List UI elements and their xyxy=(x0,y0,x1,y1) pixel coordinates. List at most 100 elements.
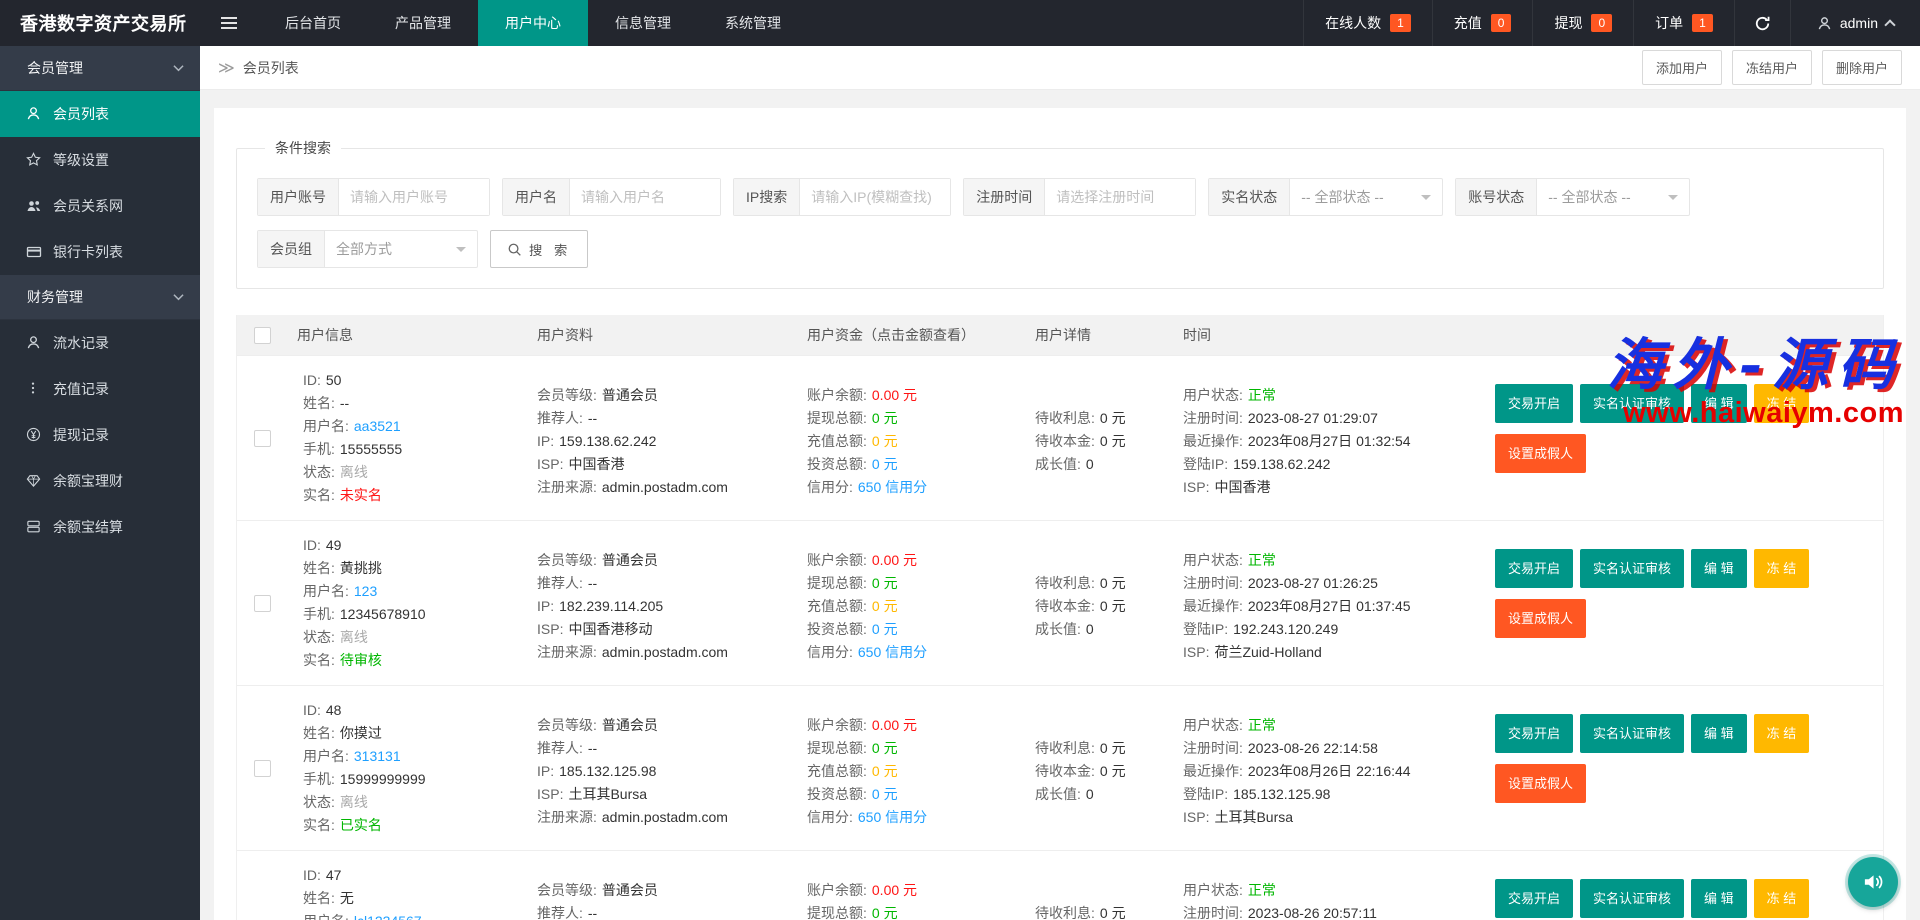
field-value: 无 xyxy=(340,890,354,906)
search-select[interactable]: -- 全部状态 -- xyxy=(1537,179,1689,215)
field-label: 登陆IP: xyxy=(1183,456,1228,472)
menu-toggle-icon[interactable] xyxy=(200,0,258,46)
nav-stat[interactable]: 提现0 xyxy=(1532,0,1633,46)
nav-stat[interactable]: 订单1 xyxy=(1633,0,1734,46)
field-value[interactable]: 650 信用分 xyxy=(858,644,927,660)
field-value[interactable]: 0 元 xyxy=(872,433,898,449)
action-edit[interactable]: 编 辑 xyxy=(1691,384,1747,423)
sidebar-item[interactable]: 会员列表 xyxy=(0,91,200,137)
action-realname-audit[interactable]: 实名认证审核 xyxy=(1580,714,1684,753)
field-value[interactable]: aa3521 xyxy=(354,418,401,434)
action-set-fake[interactable]: 设置成假人 xyxy=(1495,434,1586,473)
nav-tab[interactable]: 产品管理 xyxy=(368,0,478,46)
field-value[interactable]: 650 信用分 xyxy=(858,809,927,825)
sidebar-item[interactable]: 流水记录 xyxy=(0,320,200,366)
sidebar-item[interactable]: 余额宝理财 xyxy=(0,458,200,504)
field-value[interactable]: 0 元 xyxy=(872,621,898,637)
sidebar-group-header[interactable]: 财务管理 xyxy=(0,275,200,320)
action-freeze[interactable]: 冻 结 xyxy=(1754,549,1810,588)
field-value[interactable]: 0 元 xyxy=(872,763,898,779)
row-select-cell xyxy=(237,699,287,837)
nav-stat-label: 充值 xyxy=(1454,13,1482,33)
field-label: 姓名: xyxy=(303,395,335,411)
search-input[interactable] xyxy=(570,179,720,215)
sidebar-item[interactable]: 会员关系网 xyxy=(0,183,200,229)
sidebar-item[interactable]: 等级设置 xyxy=(0,137,200,183)
field-value[interactable]: 0 元 xyxy=(872,456,898,472)
row-checkbox[interactable] xyxy=(254,595,271,612)
admin-menu[interactable]: admin xyxy=(1790,0,1920,46)
action-realname-audit[interactable]: 实名认证审核 xyxy=(1580,549,1684,588)
action-edit[interactable]: 编 辑 xyxy=(1691,714,1747,753)
page-action-button[interactable]: 删除用户 xyxy=(1822,50,1902,85)
row-checkbox[interactable] xyxy=(254,430,271,447)
field-label: ID: xyxy=(303,372,321,388)
field-label: 姓名: xyxy=(303,890,335,906)
field-value[interactable]: 123 xyxy=(354,583,377,599)
row-actions: 交易开启实名认证审核编 辑冻 结设置成假人 xyxy=(1489,369,1883,507)
action-trade-toggle[interactable]: 交易开启 xyxy=(1495,549,1573,588)
field-value[interactable]: 313131 xyxy=(354,748,401,764)
action-set-fake[interactable]: 设置成假人 xyxy=(1495,599,1586,638)
field-value[interactable]: 0 元 xyxy=(872,740,898,756)
action-realname-audit[interactable]: 实名认证审核 xyxy=(1580,384,1684,423)
nav-tab[interactable]: 系统管理 xyxy=(698,0,808,46)
search-select[interactable]: 全部方式 xyxy=(325,231,477,267)
page-action-button[interactable]: 添加用户 xyxy=(1642,50,1722,85)
action-realname-audit[interactable]: 实名认证审核 xyxy=(1580,879,1684,918)
table-row: ID:49姓名:黄挑挑用户名:123手机:12345678910状态:离线实名:… xyxy=(237,520,1883,685)
field-value[interactable]: lcl1234567 xyxy=(354,913,422,920)
field-label: 登陆IP: xyxy=(1183,786,1228,802)
action-freeze[interactable]: 冻 结 xyxy=(1754,384,1810,423)
sidebar-item-label: 余额宝理财 xyxy=(53,471,123,491)
column-header: 用户资料 xyxy=(527,324,797,347)
field-value[interactable]: 0 元 xyxy=(872,905,898,920)
nav-tab[interactable]: 后台首页 xyxy=(258,0,368,46)
action-trade-toggle[interactable]: 交易开启 xyxy=(1495,714,1573,753)
main-area: ≫ 会员列表 添加用户冻结用户删除用户 条件搜索 用户账号用户名IP搜索注册时间… xyxy=(200,0,1920,920)
sidebar-group-header[interactable]: 会员管理 xyxy=(0,46,200,91)
search-button-label: 搜 索 xyxy=(529,240,571,259)
field-value[interactable]: 0 元 xyxy=(872,575,898,591)
search-input[interactable] xyxy=(339,179,489,215)
action-set-fake[interactable]: 设置成假人 xyxy=(1495,764,1586,803)
field-value: 49 xyxy=(326,537,342,553)
action-freeze[interactable]: 冻 结 xyxy=(1754,879,1810,918)
sidebar-item[interactable]: 充值记录 xyxy=(0,366,200,412)
select-all-checkbox[interactable] xyxy=(254,327,271,344)
floating-sound-button[interactable] xyxy=(1848,857,1898,907)
action-trade-toggle[interactable]: 交易开启 xyxy=(1495,879,1573,918)
action-edit[interactable]: 编 辑 xyxy=(1691,549,1747,588)
field-label: 信用分: xyxy=(807,644,853,660)
field-value[interactable]: 0.00 元 xyxy=(872,717,917,733)
page-action-button[interactable]: 冻结用户 xyxy=(1732,50,1812,85)
sidebar-item[interactable]: 余额宝结算 xyxy=(0,504,200,550)
field-value[interactable]: 0 元 xyxy=(872,598,898,614)
sidebar-item[interactable]: 提现记录 xyxy=(0,412,200,458)
nav-tab[interactable]: 用户中心 xyxy=(478,0,588,46)
field-label: ID: xyxy=(303,537,321,553)
row-checkbox[interactable] xyxy=(254,760,271,777)
action-trade-toggle[interactable]: 交易开启 xyxy=(1495,384,1573,423)
search-button[interactable]: 搜 索 xyxy=(490,230,588,268)
nav-stat[interactable]: 在线人数1 xyxy=(1303,0,1432,46)
field-value[interactable]: 650 信用分 xyxy=(858,479,927,495)
refresh-icon[interactable] xyxy=(1734,0,1790,46)
nav-stat[interactable]: 充值0 xyxy=(1432,0,1533,46)
search-input[interactable] xyxy=(800,179,950,215)
sidebar-item[interactable]: 银行卡列表 xyxy=(0,229,200,275)
field-value[interactable]: 0.00 元 xyxy=(872,552,917,568)
field-value[interactable]: 0 元 xyxy=(872,410,898,426)
field-value[interactable]: 0.00 元 xyxy=(872,387,917,403)
search-input[interactable] xyxy=(1045,179,1195,215)
nav-tab[interactable]: 信息管理 xyxy=(588,0,698,46)
cell-profile: 会员等级:普通会员推荐人:--IP:185.132.125.98ISP:土耳其B… xyxy=(527,864,797,920)
field-value[interactable]: 0 元 xyxy=(872,786,898,802)
field-label: 提现总额: xyxy=(807,575,867,591)
field-value[interactable]: 0.00 元 xyxy=(872,882,917,898)
action-freeze[interactable]: 冻 结 xyxy=(1754,714,1810,753)
search-select[interactable]: -- 全部状态 -- xyxy=(1290,179,1442,215)
action-edit[interactable]: 编 辑 xyxy=(1691,879,1747,918)
field-label: 账户余额: xyxy=(807,552,867,568)
field-value: 中国香港 xyxy=(1214,479,1270,495)
